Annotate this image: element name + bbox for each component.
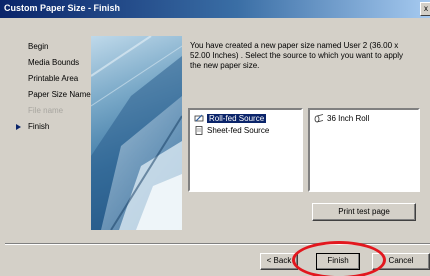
step-finish: Finish bbox=[28, 122, 50, 131]
close-icon: x bbox=[424, 4, 428, 13]
roll-listbox[interactable]: 36 Inch Roll bbox=[308, 108, 420, 192]
step-media-bounds: Media Bounds bbox=[28, 58, 80, 67]
step-begin: Begin bbox=[28, 42, 49, 51]
paper-roll-icon bbox=[314, 114, 324, 123]
step-finish-row: Finish bbox=[16, 122, 50, 131]
current-step-arrow-icon bbox=[16, 124, 21, 130]
print-test-page-button[interactable]: Print test page bbox=[312, 203, 416, 221]
source-listbox[interactable]: Roll-fed Source Sheet-fed Source bbox=[188, 108, 303, 192]
list-item-36-inch-roll[interactable]: 36 Inch Roll bbox=[313, 113, 369, 124]
printer-illustration-graphic bbox=[91, 36, 182, 230]
finish-highlight-circle bbox=[292, 241, 386, 276]
list-item-sheet-fed-source[interactable]: Sheet-fed Source bbox=[193, 125, 269, 136]
roll-fed-source-label: Roll-fed Source bbox=[207, 114, 267, 123]
step-paper-size-name: Paper Size Name bbox=[28, 90, 91, 99]
close-button[interactable]: x bbox=[420, 2, 430, 16]
sheet-feed-icon bbox=[195, 126, 203, 135]
wizard-illustration bbox=[91, 36, 182, 230]
list-item-roll-fed-source[interactable]: Roll-fed Source bbox=[193, 113, 267, 124]
custom-paper-size-dialog: Custom Paper Size - Finish x Begin Media… bbox=[0, 0, 430, 276]
36-inch-roll-label: 36 Inch Roll bbox=[327, 114, 370, 123]
roll-feed-icon bbox=[194, 114, 204, 122]
sheet-fed-source-label: Sheet-fed Source bbox=[207, 126, 270, 135]
finish-description: You have created a new paper size named … bbox=[190, 41, 404, 70]
window-title: Custom Paper Size - Finish bbox=[4, 3, 121, 13]
step-printable-area: Printable Area bbox=[28, 74, 79, 83]
step-file-name: File name bbox=[28, 106, 64, 115]
title-bar: Custom Paper Size - Finish x bbox=[0, 0, 430, 18]
